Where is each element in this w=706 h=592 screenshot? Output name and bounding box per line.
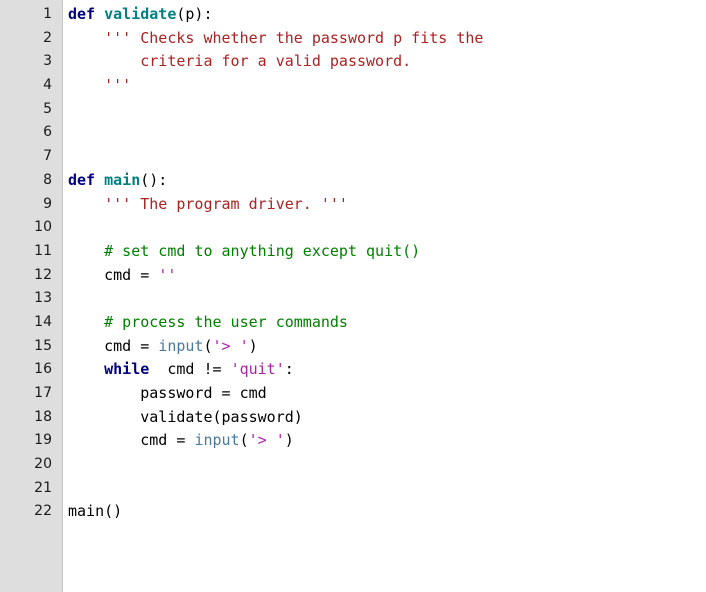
line-number: 19 [34,432,52,449]
code-token-str: 'quit' [230,360,285,379]
code-line[interactable] [68,121,706,145]
code-line[interactable] [68,453,706,477]
line-number: 1 [43,6,52,22]
code-line[interactable]: criteria for a valid password. [68,50,706,74]
line-number: 11 [34,242,52,259]
code-token-str: '> ' [212,336,249,355]
code-line[interactable]: main() [68,500,706,524]
code-line[interactable] [68,145,706,169]
line-number: 16 [34,361,52,378]
code-token-plain: main() [68,502,123,521]
code-token-builtin: input [194,431,240,450]
line-number: 18 [34,408,52,425]
line-number: 4 [43,77,52,94]
code-token-def: validate [104,5,177,23]
code-line[interactable]: ''' Checks whether the password p fits t… [68,27,706,51]
line-number: 7 [43,148,52,165]
code-line[interactable]: cmd = '' [68,264,706,288]
code-token-comment: # process the user commands [68,312,348,331]
code-token-builtin: input [158,336,204,355]
code-token-plain: ) [248,336,258,355]
code-line[interactable] [68,287,706,311]
code-line[interactable] [68,477,706,501]
line-number: 12 [34,266,52,283]
line-number: 6 [43,124,52,141]
code-token-kw: while [68,360,150,379]
code-line[interactable]: def validate(p): [68,3,706,27]
line-number: 8 [43,171,52,188]
code-line[interactable]: def main(): [68,169,706,193]
code-line[interactable]: cmd = input('> ') [68,335,706,359]
code-line[interactable]: # set cmd to anything except quit() [68,240,706,264]
code-token-plain: (p): [176,5,213,23]
code-token-str: '' [158,265,177,284]
code-line[interactable]: ''' [68,74,706,98]
code-token-plain: ( [203,336,213,355]
code-line[interactable]: validate(password) [68,406,706,430]
code-token-plain: (): [140,170,168,189]
code-token-plain: cmd != [149,360,231,379]
code-line[interactable]: # process the user commands [68,311,706,335]
code-token-plain: cmd = [68,265,159,284]
line-number: 20 [34,456,52,473]
code-token-doc: ''' The program driver. ''' [68,194,348,213]
code-token-doc: ''' Checks whether the password p fits t… [68,28,484,47]
code-token-doc: criteria for a valid password. [68,52,412,71]
line-number: 17 [34,385,52,401]
code-token-plain: ( [239,431,249,450]
line-number-gutter: 1 2 3 4 5 6 7 8 9 10 11 12 13 14 15 16 17 18 19 20 21 22 [0,0,63,592]
code-line[interactable]: password = cmd [68,382,706,406]
line-number: 5 [43,100,52,117]
code-token-doc: ''' [68,76,132,95]
line-number: 15 [34,337,52,354]
code-token-def: main [104,170,141,189]
line-number: 21 [34,479,52,496]
code-line[interactable]: while cmd != 'quit': [68,358,706,382]
code-line[interactable]: ''' The program driver. ''' [68,193,706,217]
code-content-area[interactable]: def validate(p): ''' Checks whether the … [63,0,706,592]
code-token-plain: ) [284,431,294,450]
code-line[interactable] [68,98,706,122]
code-token-str: '> ' [248,431,285,450]
code-line[interactable]: cmd = input('> ') [68,429,706,453]
line-number: 2 [43,29,52,46]
line-number: 13 [34,290,52,307]
code-token-plain: : [284,360,294,379]
code-editor[interactable]: 1 2 3 4 5 6 7 8 9 10 11 12 13 14 15 16 17 18 19 20 21 22 def … [0,0,706,592]
line-number: 14 [34,313,52,330]
code-token-plain: validate(password) [68,407,303,426]
code-token-comment: # set cmd to anything except quit() [68,241,421,260]
code-token-plain: cmd = [68,336,159,355]
code-token-kw: def [68,170,105,189]
code-token-kw: def [68,5,105,23]
line-number: 10 [34,219,52,236]
line-number: 3 [43,53,52,70]
code-token-plain: cmd = [68,431,195,450]
code-line[interactable] [68,216,706,240]
line-number: 9 [43,195,52,212]
code-token-plain: password = cmd [68,384,267,402]
line-number: 22 [34,503,52,520]
